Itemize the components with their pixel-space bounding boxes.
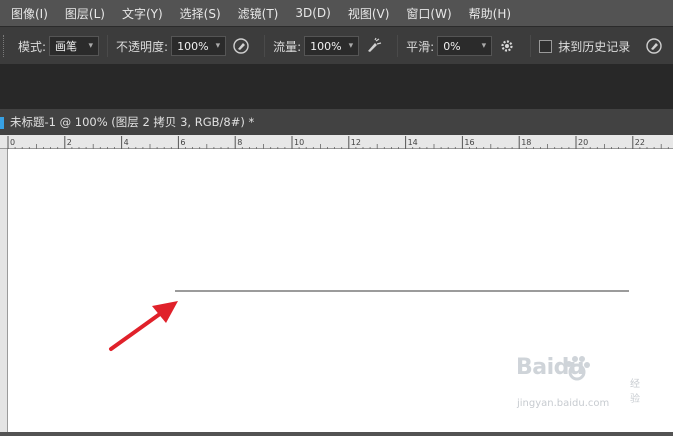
ruler-label: 6: [180, 138, 185, 147]
watermark-brand: Baidu: [516, 355, 585, 380]
menu-filter[interactable]: 滤镜(T): [229, 5, 287, 22]
divider: [107, 35, 109, 57]
chevron-down-icon: ▾: [215, 41, 221, 51]
empty-panel-band: [0, 64, 673, 109]
divider: [530, 35, 532, 57]
ruler-label: 20: [578, 138, 588, 147]
menu-bar: 图像(I) 图层(L) 文字(Y) 选择(S) 滤镜(T) 3D(D) 视图(V…: [0, 0, 673, 26]
options-bar: 模式: 画笔 ▾ 不透明度: 100% ▾ 流量: 100% ▾ 平滑: 0% …: [0, 26, 673, 65]
pressure-pen-icon: [233, 38, 249, 54]
gear-icon: [501, 40, 513, 52]
divider: [264, 35, 266, 57]
ruler-label: 14: [408, 138, 418, 147]
ruler-label: 2: [67, 138, 72, 147]
chevron-down-icon: ▾: [481, 41, 487, 51]
baidu-watermark: Baidu 经验 jingyan.baidu.com: [512, 355, 642, 415]
divider: [397, 35, 399, 57]
vertical-ruler-ticks: [0, 149, 8, 432]
menu-image[interactable]: 图像(I): [0, 5, 56, 22]
opacity-value: 100%: [177, 39, 209, 53]
menu-type[interactable]: 文字(Y): [113, 5, 171, 22]
document-tab[interactable]: 未标题-1 @ 100% (图层 2 拷贝 3, RGB/8#) *: [0, 109, 262, 135]
smoothing-value: 0%: [443, 39, 461, 53]
pressure-opacity-button[interactable]: [230, 35, 252, 57]
watermark-sub: 经验: [630, 379, 640, 405]
flow-label: 流量:: [273, 39, 302, 54]
horizontal-ruler[interactable]: 0 2 4 6 8 10 12 14 16 18 20 22: [0, 135, 673, 150]
ruler-label: 10: [294, 138, 304, 147]
airbrush-icon: [368, 37, 382, 52]
ruler-label: 22: [635, 138, 645, 147]
opacity-label: 不透明度:: [116, 39, 169, 54]
ruler-label: 16: [464, 138, 474, 147]
ruler-label: 4: [124, 138, 129, 147]
menu-help[interactable]: 帮助(H): [460, 5, 519, 22]
smoothing-settings-button[interactable]: [496, 35, 518, 57]
document-tab-bar: 未标题-1 @ 100% (图层 2 拷贝 3, RGB/8#) *: [0, 109, 673, 136]
flow-select[interactable]: 100% ▾: [304, 36, 360, 56]
menu-window[interactable]: 窗口(W): [397, 5, 459, 22]
ruler-label: 12: [351, 138, 361, 147]
vertical-ruler[interactable]: [0, 149, 8, 432]
document-tab-title: 未标题-1 @ 100% (图层 2 拷贝 3, RGB/8#) *: [10, 115, 255, 129]
mode-label: 模式:: [18, 39, 47, 54]
ruler-ticks: 0 2 4 6 8 10 12 14 16 18 20 22: [7, 136, 669, 150]
ruler-label: 8: [237, 138, 242, 147]
options-grip[interactable]: [3, 35, 10, 57]
chevron-down-icon: ▾: [88, 41, 94, 51]
watermark-url: jingyan.baidu.com: [517, 398, 610, 409]
ruler-label: 0: [10, 138, 15, 147]
chevron-down-icon: ▾: [348, 41, 354, 51]
smoothing-label: 平滑:: [406, 39, 435, 54]
mode-select[interactable]: 画笔 ▾: [49, 36, 100, 56]
ruler-label: 18: [521, 138, 531, 147]
menu-3d[interactable]: 3D(D): [286, 6, 338, 20]
mode-value: 画笔: [55, 40, 78, 53]
pressure-pen-icon: [646, 38, 662, 54]
opacity-select[interactable]: 100% ▾: [171, 36, 227, 56]
erase-to-history-checkbox[interactable]: [539, 39, 553, 53]
menu-layer[interactable]: 图层(L): [56, 5, 113, 22]
flow-value: 100%: [310, 39, 342, 53]
menu-select[interactable]: 选择(S): [171, 5, 229, 22]
pressure-size-button[interactable]: [643, 35, 665, 57]
smoothing-select[interactable]: 0% ▾: [437, 36, 493, 56]
red-arrow-icon: [109, 301, 178, 351]
erase-to-history-label: 抹到历史记录: [558, 39, 631, 54]
airbrush-button[interactable]: [363, 35, 385, 57]
menu-view[interactable]: 视图(V): [339, 5, 398, 22]
